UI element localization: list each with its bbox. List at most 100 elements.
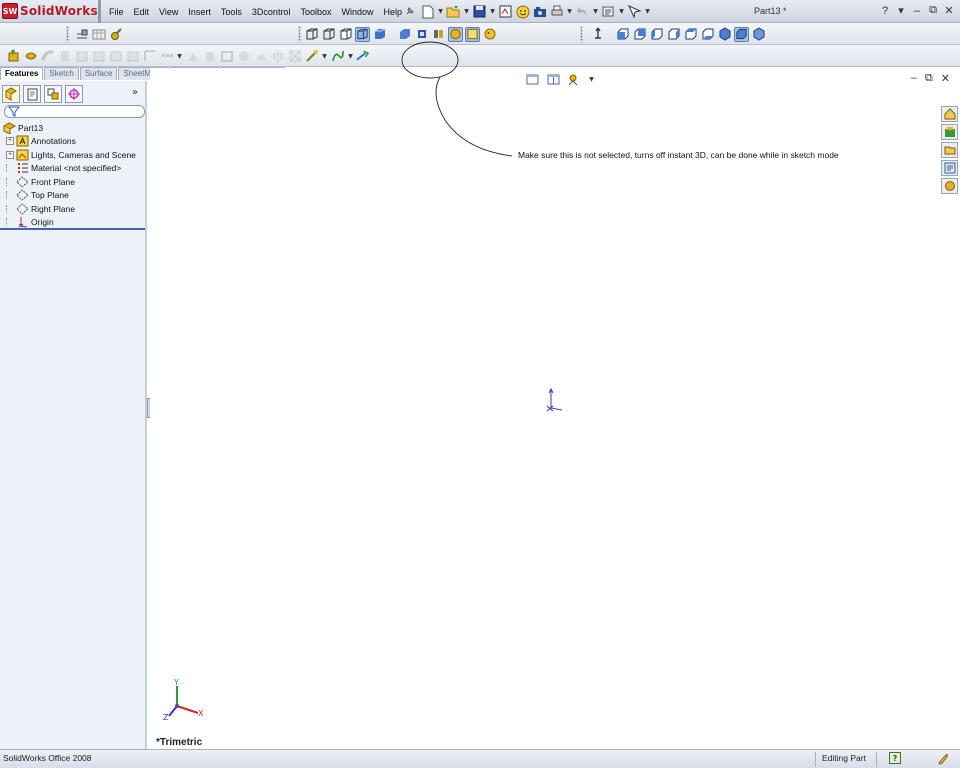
tree-item-origin[interactable]: Origin (2, 216, 145, 230)
delete-body-icon[interactable] (287, 49, 302, 64)
draft-icon[interactable] (202, 49, 217, 64)
single-view-icon[interactable] (525, 72, 540, 87)
tab-surface[interactable]: Surface (79, 67, 118, 80)
trimetric-view-icon[interactable] (734, 26, 749, 42)
view-palette-icon[interactable] (941, 160, 958, 176)
reference-geometry-icon[interactable] (304, 49, 319, 64)
reference-dropdown-icon[interactable]: ▼ (321, 49, 328, 64)
top-view-icon[interactable] (683, 27, 698, 42)
isometric-view-icon[interactable] (717, 27, 732, 42)
pin-icon[interactable] (404, 5, 416, 17)
appearance-icon[interactable] (108, 27, 123, 42)
rebuild-icon[interactable] (936, 752, 949, 765)
save-icon[interactable] (472, 4, 487, 19)
viewport-close-button[interactable]: ✕ (941, 72, 950, 85)
solidworks-resources-icon[interactable] (941, 106, 958, 122)
minimize-button[interactable]: – (912, 5, 922, 17)
open-dropdown-icon[interactable]: ▼ (463, 4, 470, 19)
lofted-cut-icon[interactable] (125, 49, 140, 64)
toolbar-grip[interactable] (580, 26, 583, 42)
menu-3dcontrol[interactable]: 3Dcontrol (247, 7, 296, 17)
tree-item-front-plane[interactable]: Front Plane (2, 175, 145, 189)
menu-view[interactable]: View (154, 7, 183, 17)
menu-insert[interactable]: Insert (183, 7, 216, 17)
undo-icon[interactable] (575, 4, 590, 19)
linear-pattern-icon[interactable] (159, 49, 174, 64)
revolved-boss-icon[interactable] (23, 49, 38, 64)
menu-toolbox[interactable]: Toolbox (295, 7, 336, 17)
menu-edit[interactable]: Edit (129, 7, 155, 17)
shaded-with-edges-icon[interactable] (355, 26, 370, 42)
configuration-manager-tab[interactable] (44, 85, 62, 103)
tree-rollback-bar[interactable] (0, 228, 145, 230)
open-folder-icon[interactable] (446, 4, 461, 19)
dome-icon[interactable] (253, 49, 268, 64)
feature-manager-tab[interactable] (2, 85, 20, 103)
tree-item-material-not-specified[interactable]: Material <not specified> (2, 162, 145, 176)
fillet-icon[interactable] (142, 49, 157, 64)
filter-dropdown-icon[interactable]: ▼ (644, 4, 651, 19)
viewport-restore-button[interactable]: ⧉ (925, 72, 933, 85)
hidden-lines-visible-icon[interactable] (321, 27, 336, 42)
select-filter-icon[interactable] (627, 4, 642, 19)
instant-3d-icon[interactable] (356, 49, 371, 64)
revolved-cut-icon[interactable] (91, 49, 106, 64)
feature-filter-bar[interactable] (4, 105, 145, 118)
tab-sketch[interactable]: Sketch (44, 67, 79, 80)
left-view-icon[interactable] (649, 27, 664, 42)
menu-file[interactable]: File (104, 7, 129, 17)
dimetric-view-icon[interactable] (751, 27, 766, 42)
smart-dimension-icon[interactable] (74, 27, 89, 42)
wrap-icon[interactable] (236, 49, 251, 64)
back-view-icon[interactable] (632, 27, 647, 42)
tab-features[interactable]: Features (0, 67, 44, 80)
extruded-cut-icon[interactable] (74, 49, 89, 64)
tree-item-top-plane[interactable]: Top Plane (2, 189, 145, 203)
menu-help[interactable]: Help (379, 7, 408, 17)
smiley-icon[interactable] (515, 4, 530, 19)
help-icon[interactable]: ? (880, 5, 890, 17)
pattern-dropdown-icon[interactable]: ▼ (176, 49, 183, 64)
view-settings-icon[interactable] (567, 72, 582, 87)
design-library-icon[interactable] (941, 124, 958, 140)
toolbar-grip[interactable] (298, 26, 301, 42)
hidden-lines-removed-icon[interactable] (338, 27, 353, 42)
print-dropdown-icon[interactable]: ▼ (566, 4, 573, 19)
extruded-boss-icon[interactable] (6, 49, 21, 64)
toolbar-grip[interactable] (66, 26, 69, 42)
right-view-icon[interactable] (666, 27, 681, 42)
shaded-icon[interactable] (372, 27, 387, 42)
save-dropdown-icon[interactable]: ▼ (489, 4, 496, 19)
curves-dropdown-icon[interactable]: ▼ (347, 49, 354, 64)
lofted-boss-icon[interactable] (57, 49, 72, 64)
quick-tips-icon[interactable]: ? (889, 752, 901, 764)
dimxpert-manager-tab[interactable] (65, 85, 83, 103)
viewport-minimize-button[interactable]: – (911, 72, 917, 85)
table-icon[interactable] (91, 27, 106, 42)
appearances-scenes-icon[interactable] (941, 178, 958, 194)
solidworks-logo[interactable]: SW SolidWorks (2, 2, 98, 20)
help-dropdown-icon[interactable]: ▾ (896, 4, 906, 17)
file-explorer-icon[interactable] (941, 142, 958, 158)
new-dropdown-icon[interactable]: ▼ (437, 4, 444, 19)
front-view-icon[interactable] (615, 27, 630, 42)
undo-dropdown-icon[interactable]: ▼ (592, 4, 599, 19)
swept-cut-icon[interactable] (108, 49, 123, 64)
menu-tools[interactable]: Tools (216, 7, 247, 17)
normal-to-icon[interactable] (590, 27, 605, 42)
tree-item-lights-cameras-and-scene[interactable]: + Lights, Cameras and Scene (2, 148, 145, 162)
wireframe-icon[interactable] (304, 27, 319, 42)
restore-button[interactable]: ⧉ (928, 4, 938, 17)
mirror-icon[interactable] (270, 49, 285, 64)
swept-boss-icon[interactable] (40, 49, 55, 64)
tree-item-annotations[interactable]: + Annotations (2, 135, 145, 149)
tree-item-part13[interactable]: Part13 (2, 121, 145, 135)
expand-toggle-icon[interactable]: + (6, 137, 14, 146)
rib-icon[interactable] (185, 49, 200, 64)
tree-item-right-plane[interactable]: Right Plane (2, 202, 145, 216)
select-icon[interactable] (601, 4, 616, 19)
print-icon[interactable] (549, 4, 564, 19)
new-document-icon[interactable] (420, 4, 435, 19)
view-settings-dropdown-icon[interactable]: ▼ (588, 72, 595, 87)
menu-window[interactable]: Window (336, 7, 378, 17)
